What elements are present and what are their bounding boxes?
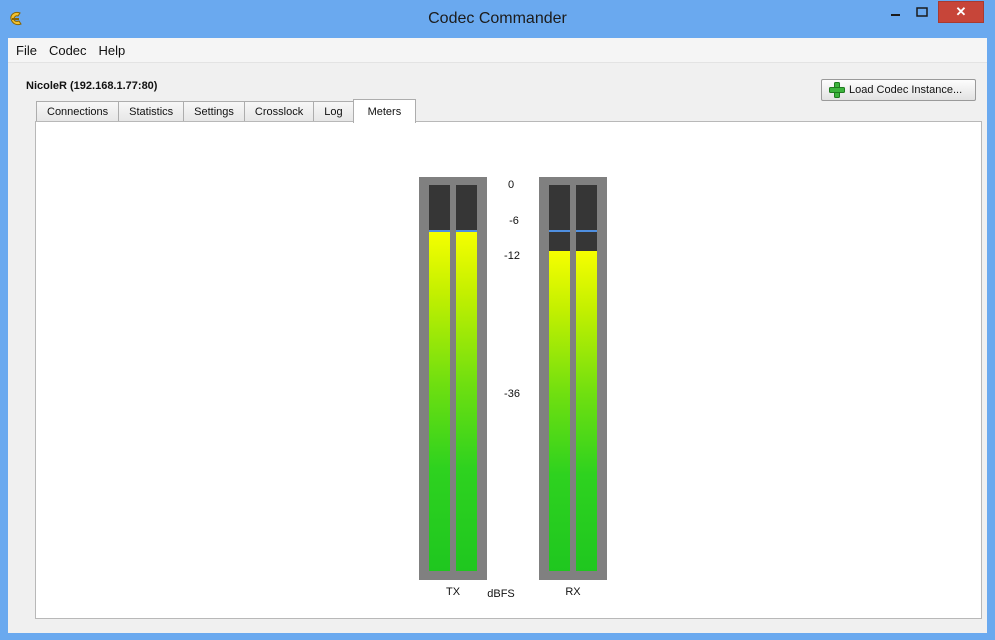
tab-meters[interactable]: Meters [352,99,417,123]
tab-strip: Connections Statistics Settings Crossloc… [36,99,417,123]
tx-channel-2-peak [456,230,477,233]
close-button[interactable]: ✕ [938,1,984,23]
rx-channel-2-bar [576,185,597,571]
scale-label-minus-6: -6 [509,215,519,227]
tab-settings[interactable]: Settings [183,101,245,122]
green-plus-icon [829,82,845,98]
tab-log[interactable]: Log [313,101,354,122]
maximize-icon [916,7,928,17]
menu-bar: File Codec Help [8,38,987,63]
scale-label-minus-12: -12 [504,250,520,262]
tx-channel-1-level [429,231,450,571]
rx-meter [539,177,607,580]
menu-help[interactable]: Help [93,43,132,58]
tx-channel-1-peak [429,230,450,233]
minimize-button[interactable] [883,1,909,23]
tab-statistics[interactable]: Statistics [118,101,185,122]
rx-channel-2-level [576,250,597,571]
maximize-button[interactable] [909,1,935,23]
rx-channel-1-bar [549,185,570,571]
rx-label: RX [565,586,581,598]
close-icon: ✕ [955,4,967,19]
scale-label-0: 0 [507,179,515,191]
tx-label: TX [445,586,461,598]
window-title: Codec Commander [428,10,567,27]
menu-codec[interactable]: Codec [43,43,93,58]
load-codec-instance-button[interactable]: Load Codec Instance... [821,79,976,101]
app-window: Codec Commander ✕ File Codec Help Nicole… [0,0,995,640]
title-bar[interactable]: Codec Commander ✕ [0,0,995,38]
tx-channel-2-bar [456,185,477,571]
codec-instance-label: NicoleR (192.168.1.77:80) [26,80,158,92]
minimize-icon [891,14,900,16]
rx-channel-1-peak [549,230,570,233]
menu-file[interactable]: File [8,43,43,58]
meters-panel: 0 -6 -12 -36 TX dBFS RX [35,121,982,619]
tx-channel-2-level [456,231,477,571]
load-button-label: Load Codec Instance... [849,84,963,96]
dbfs-unit-label: dBFS [487,588,515,600]
tx-meter [419,177,487,580]
tab-crosslock[interactable]: Crosslock [243,101,315,122]
rx-channel-2-peak [576,230,597,233]
tab-connections[interactable]: Connections [36,101,120,122]
tx-channel-1-bar [429,185,450,571]
scale-label-minus-36: -36 [504,388,520,400]
rx-channel-1-level [549,250,570,571]
